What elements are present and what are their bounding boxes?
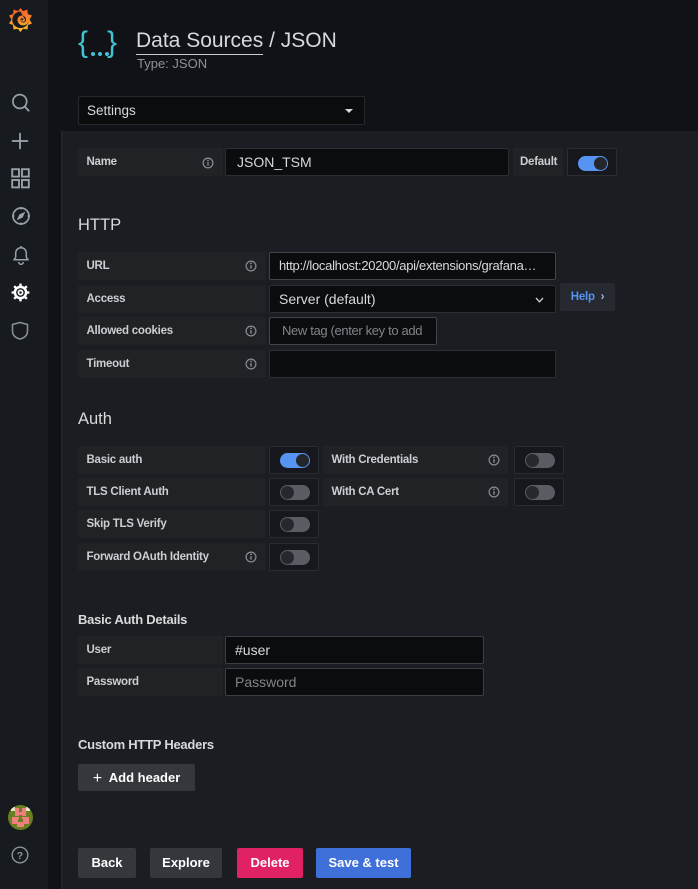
svg-text:?: ? — [17, 850, 23, 862]
